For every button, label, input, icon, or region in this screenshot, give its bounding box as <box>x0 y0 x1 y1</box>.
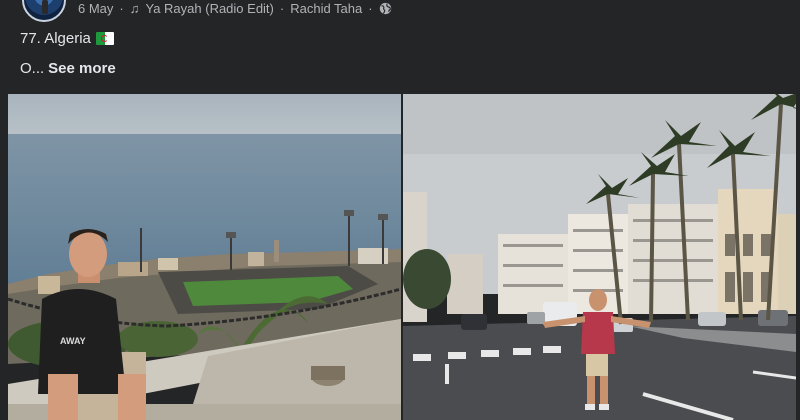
song-artist[interactable]: Rachid Taha <box>290 1 362 16</box>
see-more-link[interactable]: See more <box>48 60 116 77</box>
photo-grid: AWAY <box>8 94 796 420</box>
algeria-flag-icon <box>95 32 114 45</box>
avatar[interactable] <box>22 0 66 22</box>
truncated-text: O... <box>20 60 45 77</box>
globe-icon[interactable] <box>379 2 392 15</box>
photo-stadium-overlook[interactable]: AWAY <box>8 94 401 420</box>
svg-text:AWAY: AWAY <box>60 336 86 346</box>
music-note-icon: ♫ <box>129 0 140 16</box>
post-caption: 77. Algeria <box>20 30 114 47</box>
caption-truncated: O... See more <box>20 60 116 77</box>
post-header: 6 May · ♫ Ya Rayah (Radio Edit) · Rachid… <box>0 0 800 22</box>
song-title[interactable]: Ya Rayah (Radio Edit) <box>146 1 274 16</box>
separator-dot: · <box>368 0 373 16</box>
post-meta: 6 May · ♫ Ya Rayah (Radio Edit) · Rachid… <box>78 0 392 16</box>
photo-palm-boulevard[interactable] <box>403 94 796 420</box>
caption-text: 77. Algeria <box>20 30 91 47</box>
separator-dot: · <box>279 0 285 16</box>
separator-dot: · <box>119 0 124 16</box>
post-date[interactable]: 6 May <box>78 1 113 16</box>
